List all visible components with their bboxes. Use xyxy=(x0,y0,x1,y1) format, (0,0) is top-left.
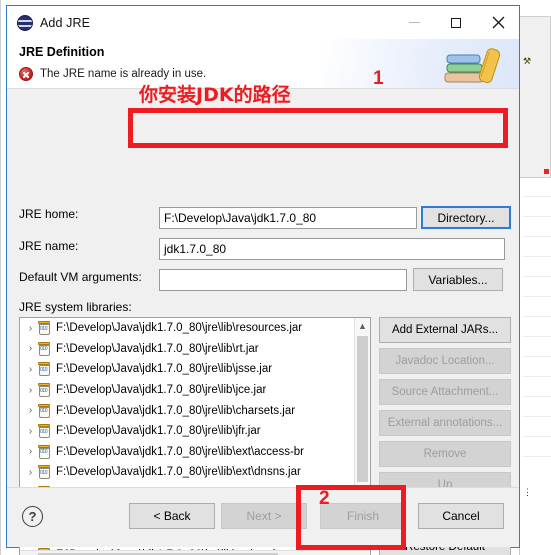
list-horizontal-scrollbar[interactable]: ◀ ▶ xyxy=(20,550,370,555)
background-row-line xyxy=(523,456,551,457)
jar-icon: 010 xyxy=(37,383,51,398)
books-icon xyxy=(444,45,506,88)
jar-icon: 010 xyxy=(37,341,51,356)
jre-circle-icon xyxy=(17,14,33,31)
dialog-body: JRE home: F:\Develop\Java\jdk1.7.0_80 Di… xyxy=(7,89,519,555)
next-button: Next > xyxy=(221,503,307,529)
side-button-external-annotations: External annotations... xyxy=(379,410,511,436)
back-button[interactable]: < Back xyxy=(129,503,215,529)
library-row[interactable]: ›010 F:\Develop\Java\jdk1.7.0_80\jre\lib\… xyxy=(20,380,354,401)
library-path-label: F:\Develop\Java\jdk1.7.0_80\jre\lib\jce.… xyxy=(56,384,267,397)
background-row-line xyxy=(523,316,551,317)
chevron-right-icon[interactable]: › xyxy=(24,426,37,437)
background-row-line xyxy=(523,376,551,377)
jar-icon: 010 xyxy=(37,403,51,418)
page-title: JRE Definition xyxy=(19,45,105,59)
jar-icon: 010 xyxy=(37,444,51,459)
jre-home-label: JRE home: xyxy=(19,207,79,221)
background-row-line xyxy=(523,276,551,277)
jar-icon: 010 xyxy=(37,321,51,336)
scroll-up-icon[interactable]: ▲ xyxy=(355,318,370,334)
error-icon xyxy=(19,67,33,81)
vm-arguments-row: Default VM arguments: xyxy=(19,270,142,284)
background-panel xyxy=(519,16,551,178)
dialog-footer: ? < Back Next > Finish Cancel xyxy=(7,487,519,547)
chevron-right-icon[interactable]: › xyxy=(24,467,37,478)
variables-button[interactable]: Variables... xyxy=(413,268,503,291)
chevron-right-icon[interactable]: › xyxy=(24,385,37,396)
background-row-line xyxy=(523,416,551,417)
chevron-right-icon[interactable]: › xyxy=(24,405,37,416)
library-path-label: F:\Develop\Java\jdk1.7.0_80\jre\lib\reso… xyxy=(56,322,303,335)
close-icon[interactable] xyxy=(477,6,519,39)
library-row[interactable]: ›010 F:\Develop\Java\jdk1.7.0_80\jre\lib\… xyxy=(20,400,354,421)
jre-system-libraries-label: JRE system libraries: xyxy=(19,300,132,314)
library-row[interactable]: ›010 F:\Develop\Java\jdk1.7.0_80\jre\lib\… xyxy=(20,359,354,380)
error-message-text: The JRE name is already in use. xyxy=(40,68,207,80)
jre-name-label: JRE name: xyxy=(19,239,79,253)
directory-button[interactable]: Directory... xyxy=(421,206,511,229)
library-path-label: F:\Develop\Java\jdk1.7.0_80\jre\lib\jsse… xyxy=(56,363,273,376)
background-row-line xyxy=(523,236,551,237)
jar-icon: 010 xyxy=(37,465,51,480)
jre-name-input[interactable]: jdk1.7.0_80 xyxy=(159,238,505,260)
library-path-label: F:\Develop\Java\jdk1.7.0_80\jre\lib\ext\… xyxy=(56,466,301,479)
vertical-scroll-thumb[interactable] xyxy=(357,336,368,482)
help-icon[interactable]: ? xyxy=(22,506,43,527)
annotation-marker-2: 2 xyxy=(319,488,330,509)
background-row-line xyxy=(523,396,551,397)
jar-icon: 010 xyxy=(37,424,51,439)
annotation-chinese-note: 你安装JDK的路径 xyxy=(139,84,291,106)
background-row-line xyxy=(523,296,551,297)
library-path-label: F:\Develop\Java\jdk1.7.0_80\jre\lib\jfr.… xyxy=(56,425,261,438)
background-row-line xyxy=(523,336,551,337)
side-button-source-attachment: Source Attachment... xyxy=(379,379,511,405)
background-divider xyxy=(0,0,1,555)
side-button-add-external-jars[interactable]: Add External JARs... xyxy=(379,317,511,343)
finish-button: Finish xyxy=(320,503,406,529)
jar-icon: 010 xyxy=(37,362,51,377)
background-row-line xyxy=(523,256,551,257)
cancel-button[interactable]: Cancel xyxy=(418,503,504,529)
vm-arguments-input[interactable] xyxy=(159,269,407,291)
library-row[interactable]: ›010 F:\Develop\Java\jdk1.7.0_80\jre\lib\… xyxy=(20,421,354,442)
window-controls xyxy=(393,6,519,39)
error-message-row: The JRE name is already in use. xyxy=(19,67,206,81)
dialog-title: Add JRE xyxy=(40,15,91,30)
background-row-line xyxy=(523,196,551,197)
library-row[interactable]: ›010 F:\Develop\Java\jdk1.7.0_80\jre\lib\… xyxy=(20,318,354,339)
library-row[interactable]: ›010 F:\Develop\Java\jdk1.7.0_80\jre\lib\… xyxy=(20,462,354,483)
chevron-right-icon[interactable]: › xyxy=(24,323,37,334)
background-row-line xyxy=(523,216,551,217)
background-glyph: ⚒ xyxy=(523,56,532,66)
minimize-icon[interactable] xyxy=(393,6,435,39)
chevron-right-icon[interactable]: › xyxy=(24,343,37,354)
library-row[interactable]: ›010 F:\Develop\Java\jdk1.7.0_80\jre\lib\… xyxy=(20,339,354,360)
background-marker-dot xyxy=(544,169,549,174)
background-row-line xyxy=(523,436,551,437)
screenshot-root: ⚒ ⋮ Add JRE JRE Definition The JRE name … xyxy=(0,0,551,555)
jre-home-input[interactable]: F:\Develop\Java\jdk1.7.0_80 xyxy=(159,207,417,229)
background-row-line xyxy=(523,356,551,357)
background-glyph: ⋮ xyxy=(523,487,532,497)
chevron-right-icon[interactable]: › xyxy=(24,446,37,457)
library-path-label: F:\Develop\Java\jdk1.7.0_80\jre\lib\char… xyxy=(56,404,296,417)
vm-arguments-label: Default VM arguments: xyxy=(19,270,142,284)
dialog-titlebar: Add JRE xyxy=(7,6,519,39)
chevron-right-icon[interactable]: › xyxy=(24,364,37,375)
jre-name-row: JRE name: xyxy=(19,239,78,253)
library-row[interactable]: ›010 F:\Develop\Java\jdk1.7.0_80\jre\lib\… xyxy=(20,442,354,463)
annotation-marker-1: 1 xyxy=(373,68,384,89)
side-button-javadoc-location: Javadoc Location... xyxy=(379,348,511,374)
library-path-label: F:\Develop\Java\jdk1.7.0_80\jre\lib\ext\… xyxy=(56,445,305,458)
library-path-label: F:\Develop\Java\jdk1.7.0_80\jre\lib\rt.j… xyxy=(56,342,259,355)
jre-home-row: JRE home: xyxy=(19,207,78,221)
side-button-remove: Remove xyxy=(379,441,511,467)
maximize-icon[interactable] xyxy=(435,6,477,39)
